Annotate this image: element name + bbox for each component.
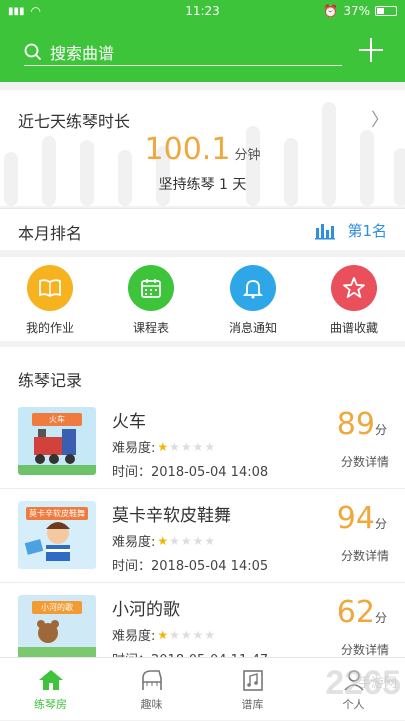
difficulty: 难易度: ★★★★★ <box>112 531 217 551</box>
difficulty-stars: ★★★★★ <box>157 533 217 548</box>
score: 89分 <box>337 407 387 442</box>
practice-duration: 100.1 分钟 <box>0 132 405 167</box>
difficulty-stars: ★★★★★ <box>157 439 217 454</box>
duration-value: 100.1 <box>144 132 231 167</box>
battery-icon <box>375 6 397 16</box>
song-thumbnail: 莫卡辛软皮鞋舞 <box>18 501 96 569</box>
score-unit: 分 <box>374 611 387 625</box>
battery-percent: 37% <box>343 4 370 18</box>
song-thumbnail: 小河的歌 <box>18 595 96 657</box>
train-icon <box>18 429 96 475</box>
difficulty: 难易度: ★★★★★ <box>112 437 217 457</box>
quick-schedule[interactable]: 课程表 <box>111 265 191 336</box>
score-unit: 分 <box>374 517 387 531</box>
record-row[interactable]: 火车 火车 难易度: ★★★★★ 时间：2018-05-04 14:08 89分… <box>0 395 405 489</box>
bear-icon <box>18 620 96 657</box>
piano-icon <box>138 666 166 694</box>
difficulty: 难易度: ★★★★★ <box>112 625 217 645</box>
difficulty-label: 难易度: <box>112 629 156 644</box>
monthly-rank-row[interactable]: 本月排名 第1名 <box>0 208 405 250</box>
tab-library[interactable]: 谱库 <box>202 658 303 721</box>
score-detail-link[interactable]: 分数详情 <box>341 453 389 470</box>
tab-label: 谱库 <box>241 698 264 711</box>
bell-icon <box>230 265 276 311</box>
quick-favorites[interactable]: 曲谱收藏 <box>314 265 394 336</box>
book-icon <box>27 265 73 311</box>
score: 94分 <box>337 501 387 536</box>
quick-notifications[interactable]: 消息通知 <box>213 265 293 336</box>
score: 62分 <box>337 595 387 630</box>
alarm-icon: ⏰ <box>323 4 339 18</box>
tab-label: 趣味 <box>140 698 163 711</box>
practice-streak: 坚持练琴 1 天 <box>158 177 247 193</box>
plus-icon[interactable] <box>357 36 385 64</box>
records-title: 练琴记录 <box>18 371 83 390</box>
sheet-music-icon <box>239 666 267 694</box>
practice-summary-card[interactable]: 近七天练琴时长 〉 100.1 分钟 坚持练琴 1 天 <box>0 90 405 206</box>
score-value: 89 <box>336 407 375 442</box>
record-row[interactable]: 莫卡辛软皮鞋舞 莫卡辛软皮鞋舞 难易度: ★★★★★ 时间：2018-05-04… <box>0 489 405 583</box>
bottom-tab-bar: 练琴房 趣味 谱库 个人 2265 手游网 <box>0 657 405 720</box>
rank-label: 本月排名 <box>18 224 83 243</box>
watermark-subtext: 手游网 <box>357 676 397 691</box>
rank-value-group: 第1名 <box>315 220 387 241</box>
song-name: 火车 <box>112 412 146 432</box>
quick-label-notifications: 消息通知 <box>228 321 277 335</box>
quick-actions: 我的作业 课程表 消息通知 曲谱收藏 <box>0 257 405 341</box>
chevron-right-icon[interactable]: 〉 <box>371 106 389 132</box>
search-icon <box>24 43 42 60</box>
duration-unit: 分钟 <box>234 148 261 163</box>
score-value: 94 <box>336 501 375 536</box>
status-right: ⏰ 37% <box>323 4 397 18</box>
record-row[interactable]: 小河的歌 小河的歌 难易度: ★★★★★ 时间：2018-05-04 11:47… <box>0 583 405 657</box>
kid-icon <box>24 522 70 561</box>
quick-label-homework: 我的作业 <box>25 321 74 335</box>
score-value: 62 <box>336 595 375 630</box>
score-unit: 分 <box>374 423 387 437</box>
search-placeholder: 搜索曲谱 <box>50 43 115 63</box>
song-thumbnail: 火车 <box>18 407 96 475</box>
difficulty-label: 难易度: <box>112 441 156 456</box>
song-name: 莫卡辛软皮鞋舞 <box>112 506 231 526</box>
quick-label-favorites: 曲谱收藏 <box>329 321 378 335</box>
record-date: 时间：2018-05-04 14:05 <box>112 559 269 574</box>
score-detail-link[interactable]: 分数详情 <box>341 547 389 564</box>
tab-practice-room[interactable]: 练琴房 <box>0 658 101 721</box>
quick-label-schedule: 课程表 <box>132 321 169 335</box>
search-input[interactable]: 搜索曲谱 <box>24 38 342 66</box>
score-detail-link[interactable]: 分数详情 <box>341 641 389 657</box>
status-bar: ▮▮▮ ◠ 11:23 ⏰ 37% <box>0 0 405 22</box>
record-date: 时间：2018-05-04 14:08 <box>112 465 269 480</box>
bar-chart-icon <box>315 223 336 239</box>
practice-records: 练琴记录 火车 火车 难易度: ★★★★★ 时间：2018-05-04 14:0… <box>0 347 405 657</box>
tab-fun[interactable]: 趣味 <box>101 658 202 721</box>
star-icon <box>331 265 377 311</box>
record-date: 时间：2018-05-04 11:47 <box>112 649 268 657</box>
quick-homework[interactable]: 我的作业 <box>10 265 90 336</box>
app-header: 搜索曲谱 <box>0 22 405 82</box>
difficulty-stars: ★★★★★ <box>157 627 217 642</box>
song-name: 小河的歌 <box>112 600 180 620</box>
difficulty-label: 难易度: <box>112 535 156 550</box>
rank-value: 第1名 <box>347 222 387 240</box>
calendar-icon <box>128 265 174 311</box>
practice-title: 近七天练琴时长 <box>18 112 131 131</box>
tab-label: 练琴房 <box>34 698 67 711</box>
home-icon <box>37 666 65 694</box>
